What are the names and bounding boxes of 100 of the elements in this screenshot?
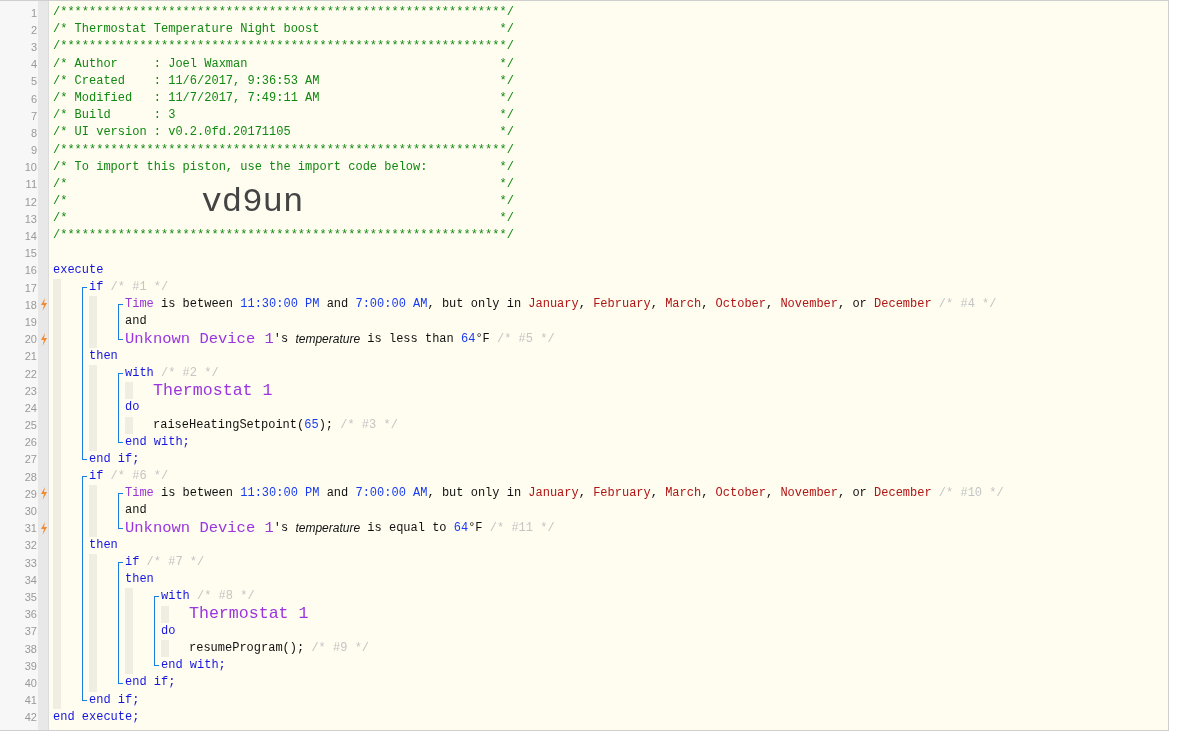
code-value: 64 [460, 330, 476, 348]
code-value: 65 [304, 416, 319, 434]
code-comment: */ [499, 107, 514, 125]
code-value: 7:00:00 AM [355, 296, 428, 314]
code-comment: /* Thermostat Temperature Night boost [53, 21, 320, 39]
month-name: January [528, 485, 579, 503]
attribute-name: Time [125, 485, 154, 503]
code-text: is between [160, 296, 235, 314]
line-number: 9 [29, 144, 37, 157]
line-number: 3 [29, 40, 37, 53]
code-comment: /* Modified : 11/7/2017, 7:49:11 AM [53, 89, 320, 107]
month-name: October [715, 485, 766, 503]
code-keyword: do [125, 399, 140, 417]
code-text: , [701, 296, 710, 314]
line-number: 31 [23, 522, 37, 535]
code-comment: /* Build : 3 [53, 107, 176, 125]
device-name: Unknown Device 1 [125, 518, 274, 539]
code-text: , [766, 296, 775, 314]
code-text: 's [273, 330, 290, 348]
block-bracket [154, 596, 159, 667]
attribute-name: Time [125, 296, 154, 314]
month-name: February [593, 485, 651, 503]
code-text: , [650, 485, 659, 503]
code-text: , but only in [427, 296, 523, 314]
code-text: , [578, 296, 587, 314]
code-keyword: end with; [161, 657, 226, 675]
code-keyword: execute [53, 261, 104, 279]
code-comment: */ [499, 72, 514, 90]
line-number: 25 [23, 419, 37, 432]
line-number: 22 [23, 367, 37, 380]
code-text: resumeProgram(); [189, 639, 305, 657]
code-text: and [325, 296, 350, 314]
code-comment: */ [499, 158, 514, 176]
code-comment: */ [499, 175, 514, 193]
code-text: raiseHeatingSetpoint( [153, 416, 305, 434]
code-keyword: end if; [89, 450, 140, 468]
code-keyword: end execute; [53, 708, 140, 726]
device-name: Thermostat 1 [153, 380, 273, 401]
code-comment: /* [53, 175, 68, 193]
line-number: 11 [24, 178, 37, 191]
code-text: , [578, 485, 587, 503]
code-comment: */ [499, 55, 514, 73]
code-text: is equal to [366, 519, 448, 537]
code-keyword: then [125, 571, 154, 589]
line-number: 10 [23, 161, 37, 174]
line-number: 13 [23, 212, 37, 225]
code-keyword: with [161, 588, 190, 606]
line-number: 42 [23, 711, 37, 724]
code-comment: */ [499, 193, 514, 211]
code-comment: */ [499, 210, 514, 228]
code-comment: /**************************************************************/ [53, 4, 514, 21]
block-bracket [118, 493, 123, 529]
code-value: 7:00:00 AM [355, 485, 428, 503]
code-text: and [125, 502, 147, 520]
code-comment: /* Author : Joel Waxman [53, 55, 248, 73]
code-value: 64 [453, 519, 469, 537]
code-comment: */ [499, 89, 514, 107]
line-number: 12 [23, 195, 37, 208]
code-comment: /**************************************************************/ [53, 227, 514, 245]
code-text: , [701, 485, 710, 503]
code-keyword: if [125, 554, 140, 571]
code-comment: /* #8 */ [196, 588, 255, 606]
line-number: 17 [23, 281, 37, 294]
code-text: ); [318, 416, 334, 434]
code-comment: /* #6 */ [109, 468, 169, 486]
code-comment: /**************************************************************/ [53, 38, 514, 56]
line-number: 26 [23, 436, 37, 449]
code-keyword: end with; [125, 433, 190, 451]
code-keyword: then [89, 347, 118, 365]
code-comment: /* #9 */ [310, 639, 370, 657]
code-comment: /* UI version : v0.2.0fd.20171105 [53, 124, 291, 142]
line-number: 19 [23, 315, 37, 328]
code-text: is between [160, 485, 235, 503]
code-comment: /* #1 */ [109, 279, 169, 296]
month-name: October [715, 296, 766, 314]
code-text: , or [838, 485, 868, 503]
code-text: , but only in [427, 485, 523, 503]
line-number: 35 [23, 590, 37, 603]
code-comment: /* [53, 193, 68, 211]
line-number: 36 [23, 608, 37, 621]
month-name: December [874, 296, 932, 314]
code-keyword: do [161, 622, 176, 640]
code-comment: /* #2 */ [160, 364, 219, 382]
month-name: February [593, 296, 651, 314]
code-comment: /* #11 */ [488, 519, 555, 537]
line-number: 21 [23, 350, 37, 363]
code-text: 's [273, 519, 290, 537]
code-comment: /* #7 */ [145, 554, 205, 571]
code-keyword: with [125, 364, 154, 382]
line-number: 14 [23, 230, 37, 243]
line-number: 33 [23, 556, 37, 569]
code-keyword: if [89, 279, 104, 296]
line-number: 5 [29, 75, 37, 88]
line-number: 27 [23, 453, 37, 466]
line-number: 6 [29, 92, 37, 105]
month-name: November [780, 485, 838, 503]
line-number: 40 [23, 676, 37, 689]
code-text: °F [468, 519, 483, 537]
line-number: 30 [23, 505, 37, 518]
code-keyword: then [89, 536, 118, 554]
